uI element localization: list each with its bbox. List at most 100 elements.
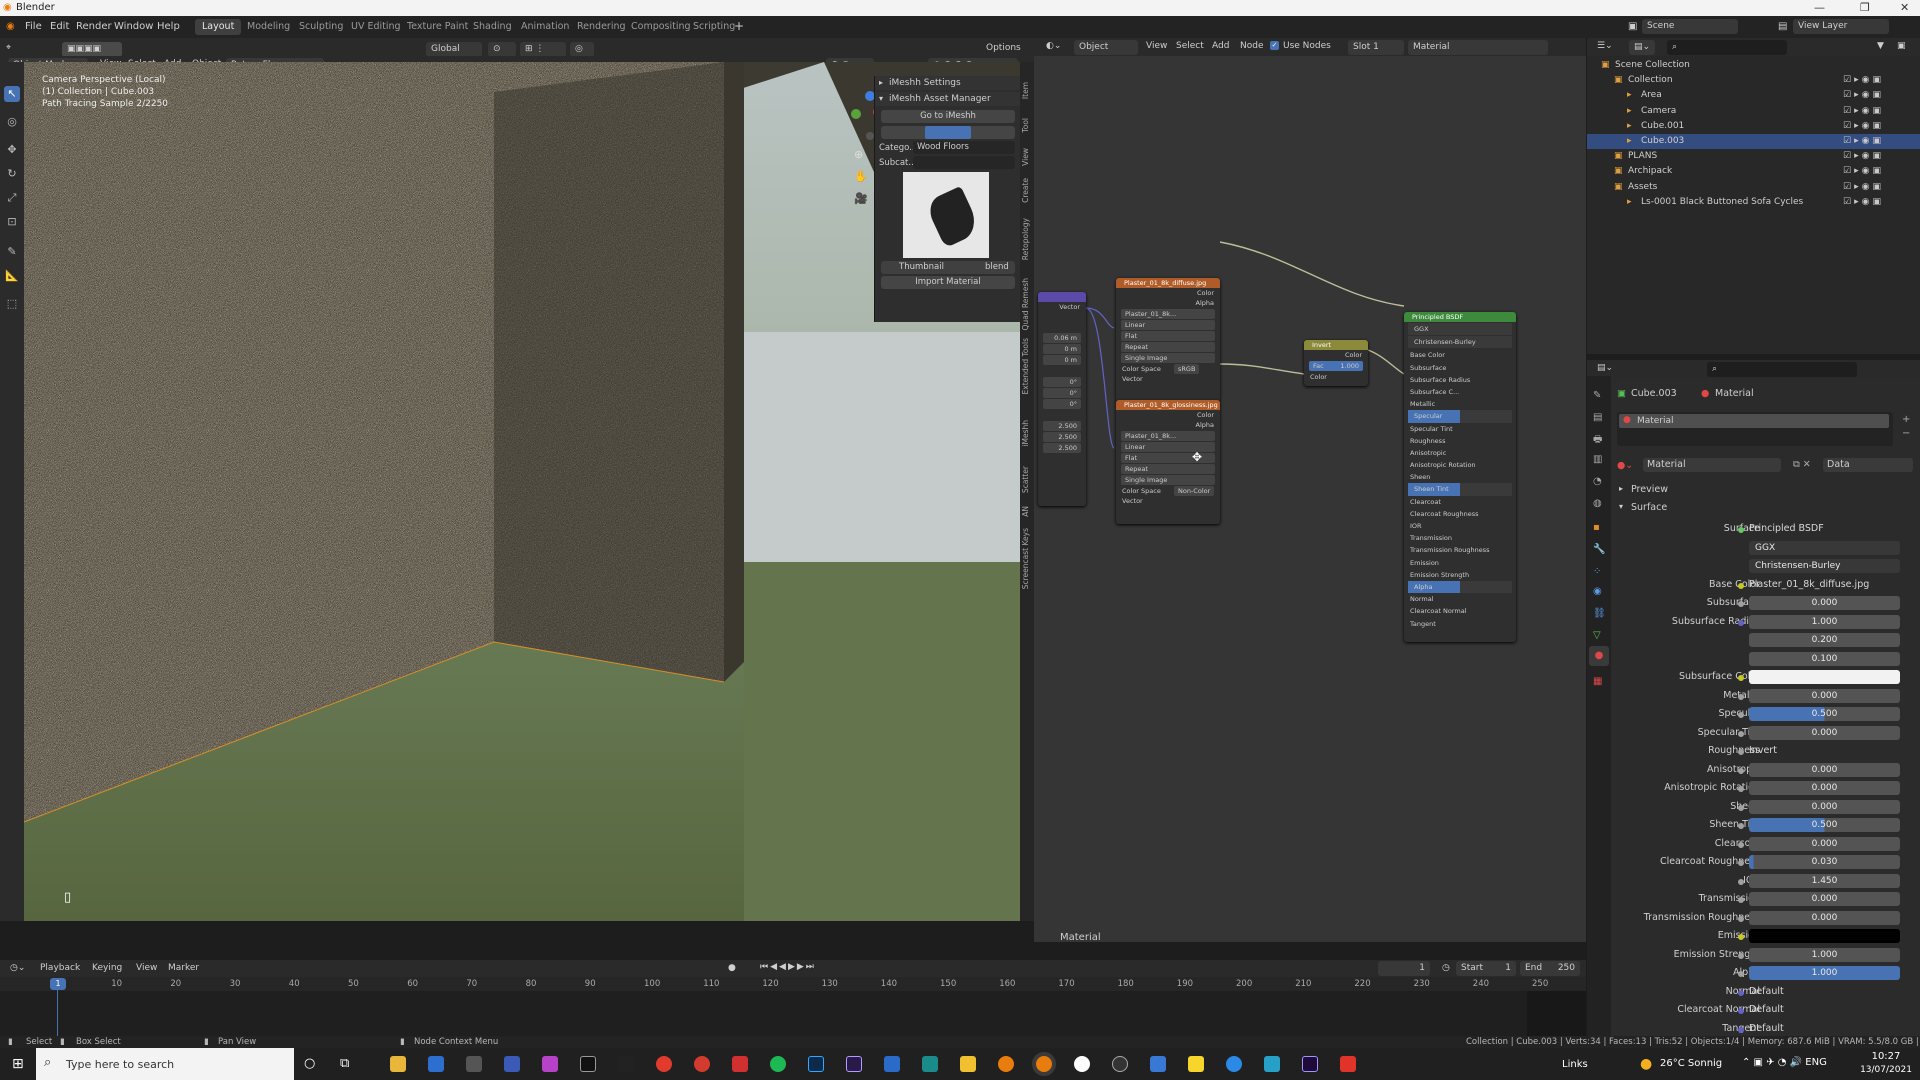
annotate-tool-icon[interactable]: ✎ [4,244,20,260]
outliner-search-input[interactable]: ⌕ [1667,40,1787,55]
outliner-row[interactable]: ▣ Collection ☑▸◉▣ [1587,73,1920,88]
outliner-row[interactable]: ▸ Cube.001 ☑▸◉▣ [1587,119,1920,134]
mapping-location-y[interactable]: 0 m [1043,344,1081,354]
sidebar-tab-an[interactable]: AN [1021,506,1030,517]
visibility-toggle-icons[interactable]: ☑▸◉▣ [1843,119,1884,134]
socket-link-icon[interactable] [1738,1026,1744,1033]
bsdf-input-row[interactable]: Christensen-Burley [1408,336,1512,349]
bsdf-input-row[interactable]: Subsurface Radius [1404,374,1516,386]
outliner-row[interactable]: ▸ Cube.003 ☑▸◉▣ [1587,134,1920,149]
property-link-value[interactable]: Plaster_01_8k_diffuse.jpg [1749,579,1869,590]
proportional-edit-toggle[interactable]: ◎ [570,42,594,57]
property-number-field[interactable]: 1.000 [1749,966,1900,980]
menu-edit[interactable]: Edit [50,21,69,32]
timeline-menu-playback[interactable]: Playback [40,963,80,973]
calculator-icon[interactable] [466,1056,482,1072]
sidebar-tab-scatter[interactable]: Scatter [1021,466,1030,493]
socket-link-icon[interactable] [1738,767,1744,774]
blender-menu-icon[interactable]: ◉ [6,21,15,32]
property-number-field[interactable]: 0.000 [1749,688,1900,703]
tool-tab-icon[interactable]: ✎ [1593,390,1601,401]
socket-link-icon[interactable] [1738,971,1744,977]
property-dropdown[interactable]: Christensen-Burley [1749,559,1900,573]
add-slot-icon[interactable]: + [1902,414,1910,425]
links-toolbar[interactable]: Links [1562,1059,1588,1070]
bsdf-input-row[interactable]: Alpha [1408,580,1512,594]
socket-link-icon[interactable] [1738,878,1744,885]
socket-link-icon[interactable] [1738,804,1744,811]
property-number-field[interactable]: 0.000 [1749,725,1900,740]
windows-start-icon[interactable]: ⊞ [12,1056,24,1072]
timeline-ruler[interactable]: 0102030405060708090100110120130140150160… [0,977,1586,991]
outliner-row[interactable]: ▣ Assets ☑▸◉▣ [1587,180,1920,195]
photoshop-icon[interactable] [808,1056,824,1072]
outlook-icon[interactable] [428,1056,444,1072]
menu-file[interactable]: File [25,21,42,32]
category-dropdown[interactable]: Wood Floors [913,141,1015,154]
go-to-imeshh-button[interactable]: Go to iMeshh [881,110,1015,123]
material-slot-dropdown[interactable]: Slot 1 [1348,40,1404,55]
playback-controls[interactable]: ⏮◀◀▶▶⏭ [760,962,816,972]
color-swatch[interactable] [1749,670,1900,684]
property-number-field[interactable]: 0.000 [1749,799,1900,814]
visibility-toggle-icons[interactable]: ☑▸◉▣ [1843,104,1884,119]
asset-manager-header[interactable]: iMeshh Asset Manager [875,92,1021,106]
bsdf-input-row[interactable]: Metallic [1404,398,1516,410]
app-icon-store[interactable] [1150,1056,1166,1072]
sidebar-tab-create[interactable]: Create [1021,178,1030,203]
options-menu[interactable]: Options [986,43,1021,53]
property-number-field[interactable]: 0.100 [1749,651,1900,666]
property-number-field[interactable]: 1.000 [1749,947,1900,962]
bsdf-input-row[interactable]: Sheen [1404,471,1516,483]
visibility-toggle-icons[interactable]: ☑▸◉▣ [1843,195,1884,210]
image1-color-space-row[interactable]: Color Space sRGB [1116,364,1220,374]
taskbar-search-box[interactable]: ⌕ Type here to search [36,1048,294,1080]
system-tray-icons[interactable]: ⌃ ▣ ✈ ◔ 🔊 ENG [1742,1057,1827,1068]
timeline-menu-marker[interactable]: Marker [168,963,199,973]
app-icon-cyan[interactable] [1264,1056,1280,1072]
visibility-toggle-icons[interactable]: ☑▸◉▣ [1843,73,1884,88]
spotify-icon[interactable] [770,1056,786,1072]
image2-extension[interactable]: Repeat [1121,464,1215,474]
maximize-icon[interactable]: ❐ [1860,1,1870,14]
socket-link-icon[interactable] [1738,1008,1744,1014]
sidebar-tab-screencast-keys[interactable]: Screencast Keys [1021,528,1030,589]
mapping-rotation-x[interactable]: 0° [1043,377,1081,387]
image1-color-space-value[interactable]: sRGB [1174,364,1200,374]
outliner-row[interactable]: ▸ Ls-0001 Black Buttoned Sofa Cycles ☑▸◉▣ [1587,195,1920,210]
property-number-field[interactable]: 0.200 [1749,633,1900,647]
invert-fac-field[interactable]: Fac 1.000 [1309,361,1363,371]
measure-tool-icon[interactable]: 📐 [4,268,20,284]
node-editor-type-icon[interactable]: ◐⌄ [1046,41,1061,51]
visibility-toggle-icons[interactable]: ☑▸◉▣ [1843,134,1884,149]
sidebar-tab-view[interactable]: View [1021,148,1030,166]
end-frame-field[interactable]: End 250 [1520,961,1580,976]
property-number-field[interactable]: 0.000 [1749,836,1900,851]
property-number-field[interactable]: 0.000 [1749,781,1900,795]
socket-link-icon[interactable] [1738,934,1744,940]
preview-section-header[interactable]: ▸ Preview [1617,482,1913,498]
workspace-tab-animation[interactable]: Animation [514,19,576,35]
property-number-field[interactable]: 1.450 [1749,873,1900,888]
bsdf-input-row[interactable]: Anisotropic Rotation [1404,459,1516,471]
outliner-row[interactable]: ▣ Archipack ☑▸◉▣ [1587,164,1920,179]
notion-icon[interactable] [580,1056,596,1072]
view-layer-selector[interactable]: View Layer [1793,19,1889,34]
chrome-icon[interactable] [656,1056,672,1072]
workspace-tab-uv-editing[interactable]: UV Editing [344,19,408,35]
property-number-field[interactable]: 0.000 [1749,910,1900,925]
record-icon[interactable]: ● [728,963,736,973]
mapping-node[interactable]: Vector 0.06 m 0 m 0 m 0° 0° 0° 2.500 2.5… [1038,292,1086,506]
import-material-button[interactable]: Import Material [881,276,1015,289]
socket-link-icon[interactable] [1738,601,1744,607]
socket-link-icon[interactable] [1738,786,1744,792]
sidebar-tab-extended-tools[interactable]: Extended Tools [1021,338,1030,394]
outliner-row[interactable]: ▸ Area ☑▸◉▣ [1587,88,1920,103]
object-tab-icon[interactable]: ▪ [1593,522,1600,533]
menu-help[interactable]: Help [157,21,180,32]
outliner-row[interactable]: ▣ PLANS ☑▸◉▣ [1587,149,1920,164]
bsdf-input-row[interactable]: Tangent [1404,618,1516,630]
media-encoder-icon[interactable] [846,1056,862,1072]
socket-link-icon[interactable] [1738,675,1744,681]
socket-link-icon[interactable] [1738,712,1744,718]
